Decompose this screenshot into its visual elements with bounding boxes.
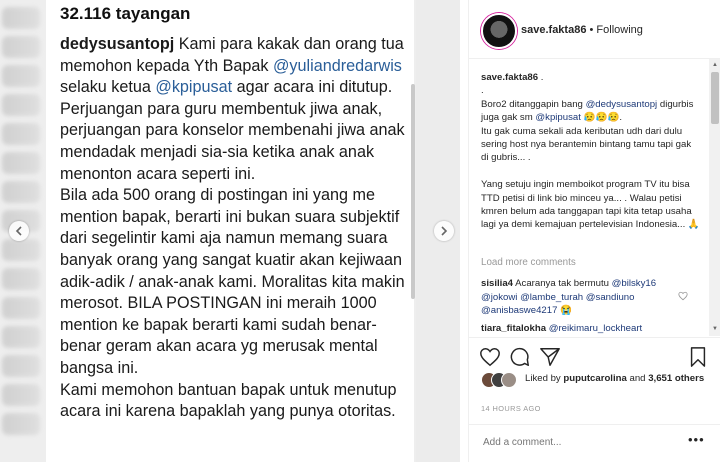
post-header: save.fakta86 • Following	[469, 0, 720, 59]
next-post-button[interactable]	[434, 221, 454, 241]
likes-count[interactable]: 3,651 others	[648, 373, 704, 384]
quote-username: dedysusantopj	[60, 35, 175, 53]
scroll-up-arrow-icon[interactable]: ▲	[712, 62, 718, 68]
comment-icon	[510, 347, 529, 366]
comments-section: save.fakta86 . . Boro2 ditanggapin bang …	[469, 59, 709, 336]
add-comment-bar: •••	[469, 424, 720, 463]
comments-scroll-thumb[interactable]	[711, 72, 719, 124]
heart-icon	[480, 348, 500, 367]
card-scrollbar	[411, 84, 415, 299]
liker-avatars	[481, 372, 517, 388]
comment-like-button[interactable]	[678, 291, 688, 304]
chevron-right-icon	[441, 226, 448, 236]
comment-mentions[interactable]: @reikimaru_lockheart	[549, 323, 642, 334]
comment-item: sisilia4 Acaranya tak bermutu @bilsky16 …	[481, 278, 657, 317]
scroll-down-arrow-icon[interactable]: ▼	[712, 326, 718, 332]
share-icon	[540, 348, 560, 366]
comment-item: tiara_fitalokha @reikimaru_lockheart	[481, 323, 709, 334]
load-more-comments-link[interactable]: Load more comments	[481, 257, 576, 268]
post-timestamp[interactable]: 14 HOURS AGO	[481, 404, 541, 413]
header-username[interactable]: save.fakta86	[521, 24, 586, 36]
quote-mention: @yuliandredarwis	[272, 56, 402, 75]
prev-post-button[interactable]	[9, 221, 29, 241]
post-sidebar: save.fakta86 • Following save.fakta86 . …	[468, 0, 720, 462]
save-button[interactable]	[687, 346, 709, 368]
caption: save.fakta86 . . Boro2 ditanggapin bang …	[481, 72, 700, 231]
likes-summary: Liked by puputcarolina and 3,651 others	[469, 370, 720, 400]
avatar	[501, 372, 517, 388]
avatar[interactable]	[481, 13, 517, 49]
bookmark-icon	[690, 347, 706, 367]
caption-mention[interactable]: @kpipusat	[535, 112, 580, 123]
comment-username[interactable]: tiara_fitalokha	[481, 323, 546, 334]
comment-input[interactable]	[481, 436, 675, 449]
share-button[interactable]	[539, 346, 561, 368]
comment-button[interactable]	[509, 346, 531, 368]
heart-icon	[678, 291, 688, 301]
liker-username[interactable]: puputcarolina	[563, 373, 626, 384]
more-options-button[interactable]: •••	[688, 432, 705, 447]
post-quote-text: dedysusantopj Kami para kakak dan orang …	[60, 35, 405, 421]
view-count: 32.116 tayangan	[60, 4, 191, 23]
caption-mention[interactable]: @dedysusantopj	[586, 99, 658, 110]
chevron-left-icon	[15, 226, 22, 236]
post-image: 32.116 tayangan dedysusantopj Kami para …	[0, 0, 460, 462]
caption-username[interactable]: save.fakta86	[481, 72, 538, 83]
comment-username[interactable]: sisilia4	[481, 278, 513, 289]
likes-text: Liked by puputcarolina and 3,651 others	[525, 373, 705, 384]
header-username-line: save.fakta86 • Following	[521, 24, 643, 36]
follow-status[interactable]: Following	[596, 24, 642, 36]
like-button[interactable]	[479, 346, 501, 368]
quote-mention: @kpipusat	[155, 78, 233, 97]
